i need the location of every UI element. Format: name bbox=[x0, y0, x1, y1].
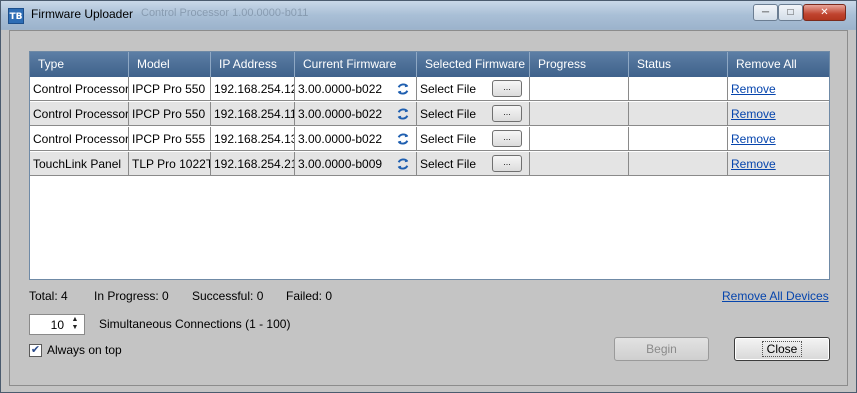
stepper-arrows[interactable]: ▲ ▼ bbox=[69, 316, 81, 333]
cell-status bbox=[629, 102, 728, 126]
firmware-uploader-window: TB Firmware Uploader Control Processor 1… bbox=[0, 0, 857, 393]
header-progress[interactable]: Progress bbox=[530, 52, 629, 77]
cell-progress bbox=[530, 127, 629, 151]
select-file-label: Select File bbox=[420, 132, 477, 146]
header-ip-address[interactable]: IP Address bbox=[211, 52, 295, 77]
in-progress-count: In Progress: 0 bbox=[94, 289, 169, 303]
check-icon: ✔ bbox=[30, 344, 41, 356]
cell-progress bbox=[530, 152, 629, 176]
browse-button[interactable]: ... bbox=[492, 155, 522, 172]
cell-remove: Remove bbox=[728, 102, 829, 126]
header-current-firmware[interactable]: Current Firmware bbox=[295, 52, 417, 77]
header-model[interactable]: Model bbox=[129, 52, 211, 77]
stepper-down-icon[interactable]: ▼ bbox=[69, 324, 81, 332]
begin-button[interactable]: Begin bbox=[614, 337, 709, 361]
cell-remove: Remove bbox=[728, 77, 829, 101]
header-type[interactable]: Type bbox=[30, 52, 129, 77]
connections-label: Simultaneous Connections (1 - 100) bbox=[99, 317, 291, 331]
app-icon: TB bbox=[8, 8, 24, 24]
select-file-label: Select File bbox=[420, 157, 477, 171]
devices-table: Type Model IP Address Current Firmware S… bbox=[29, 51, 830, 280]
successful-count: Successful: 0 bbox=[192, 289, 264, 303]
table-row[interactable]: Control Processor IPCP Pro 550 192.168.2… bbox=[30, 102, 829, 126]
header-remove-all[interactable]: Remove All bbox=[728, 52, 829, 77]
cell-selected-firmware: Select File ... bbox=[417, 127, 530, 151]
header-selected-firmware[interactable]: Selected Firmware bbox=[417, 52, 530, 77]
remove-link[interactable]: Remove bbox=[731, 157, 776, 171]
total-count: Total: 4 bbox=[29, 289, 68, 303]
cell-ip-address: 192.168.254.21 bbox=[211, 152, 295, 176]
remove-link[interactable]: Remove bbox=[731, 132, 776, 146]
current-firmware-value: 3.00.0000-b022 bbox=[298, 82, 383, 96]
cell-current-firmware: 3.00.0000-b009 bbox=[295, 152, 417, 176]
cell-type: TouchLink Panel bbox=[30, 152, 129, 176]
cell-type: Control Processor bbox=[30, 102, 129, 126]
close-window-button[interactable]: ✕ bbox=[803, 4, 846, 21]
refresh-icon[interactable] bbox=[396, 132, 410, 146]
select-file-label: Select File bbox=[420, 82, 477, 96]
connections-stepper[interactable]: 10 ▲ ▼ bbox=[29, 314, 85, 335]
table-header: Type Model IP Address Current Firmware S… bbox=[30, 52, 829, 77]
window-title: Firmware Uploader bbox=[31, 7, 134, 21]
cell-status bbox=[629, 127, 728, 151]
cell-status bbox=[629, 77, 728, 101]
select-file-label: Select File bbox=[420, 107, 477, 121]
current-firmware-value: 3.00.0000-b009 bbox=[298, 157, 383, 171]
close-button-label: Close bbox=[761, 341, 803, 357]
browse-button[interactable]: ... bbox=[492, 80, 522, 97]
cell-selected-firmware: Select File ... bbox=[417, 77, 530, 101]
remove-all-devices-link[interactable]: Remove All Devices bbox=[722, 289, 829, 303]
refresh-icon[interactable] bbox=[396, 82, 410, 96]
table-row[interactable]: Control Processor IPCP Pro 555 192.168.2… bbox=[30, 127, 829, 151]
background-window-text: Control Processor 1.00.0000-b011 bbox=[141, 7, 309, 19]
title-bar[interactable]: TB Firmware Uploader Control Processor 1… bbox=[1, 1, 856, 29]
always-on-top-label[interactable]: Always on top bbox=[47, 343, 122, 357]
remove-link[interactable]: Remove bbox=[731, 82, 776, 96]
client-area: Type Model IP Address Current Firmware S… bbox=[9, 30, 848, 386]
refresh-icon[interactable] bbox=[396, 157, 410, 171]
refresh-icon[interactable] bbox=[396, 107, 410, 121]
cell-status bbox=[629, 152, 728, 176]
cell-ip-address: 192.168.254.11 bbox=[211, 102, 295, 126]
cell-progress bbox=[530, 77, 629, 101]
close-button[interactable]: Close bbox=[734, 337, 830, 361]
header-status[interactable]: Status bbox=[629, 52, 728, 77]
cell-model: TLP Pro 1022T bbox=[129, 152, 211, 176]
cell-current-firmware: 3.00.0000-b022 bbox=[295, 102, 417, 126]
cell-model: IPCP Pro 550 bbox=[129, 77, 211, 101]
browse-button[interactable]: ... bbox=[492, 130, 522, 147]
always-on-top-checkbox[interactable]: ✔ bbox=[29, 344, 42, 357]
cell-current-firmware: 3.00.0000-b022 bbox=[295, 127, 417, 151]
cell-current-firmware: 3.00.0000-b022 bbox=[295, 77, 417, 101]
browse-button[interactable]: ... bbox=[492, 105, 522, 122]
cell-remove: Remove bbox=[728, 152, 829, 176]
cell-selected-firmware: Select File ... bbox=[417, 102, 530, 126]
current-firmware-value: 3.00.0000-b022 bbox=[298, 132, 383, 146]
cell-type: Control Processor bbox=[30, 77, 129, 101]
cell-progress bbox=[530, 102, 629, 126]
cell-type: Control Processor bbox=[30, 127, 129, 151]
connections-value[interactable]: 10 bbox=[51, 318, 64, 332]
current-firmware-value: 3.00.0000-b022 bbox=[298, 107, 383, 121]
stepper-up-icon[interactable]: ▲ bbox=[69, 316, 81, 324]
cell-ip-address: 192.168.254.12 bbox=[211, 77, 295, 101]
table-row[interactable]: Control Processor IPCP Pro 550 192.168.2… bbox=[30, 77, 829, 101]
cell-remove: Remove bbox=[728, 127, 829, 151]
cell-model: IPCP Pro 555 bbox=[129, 127, 211, 151]
cell-selected-firmware: Select File ... bbox=[417, 152, 530, 176]
cell-ip-address: 192.168.254.13 bbox=[211, 127, 295, 151]
remove-link[interactable]: Remove bbox=[731, 107, 776, 121]
maximize-button[interactable]: □ bbox=[778, 4, 803, 21]
minimize-button[interactable]: ─ bbox=[753, 4, 778, 21]
cell-model: IPCP Pro 550 bbox=[129, 102, 211, 126]
table-row[interactable]: TouchLink Panel TLP Pro 1022T 192.168.25… bbox=[30, 152, 829, 176]
failed-count: Failed: 0 bbox=[286, 289, 333, 303]
